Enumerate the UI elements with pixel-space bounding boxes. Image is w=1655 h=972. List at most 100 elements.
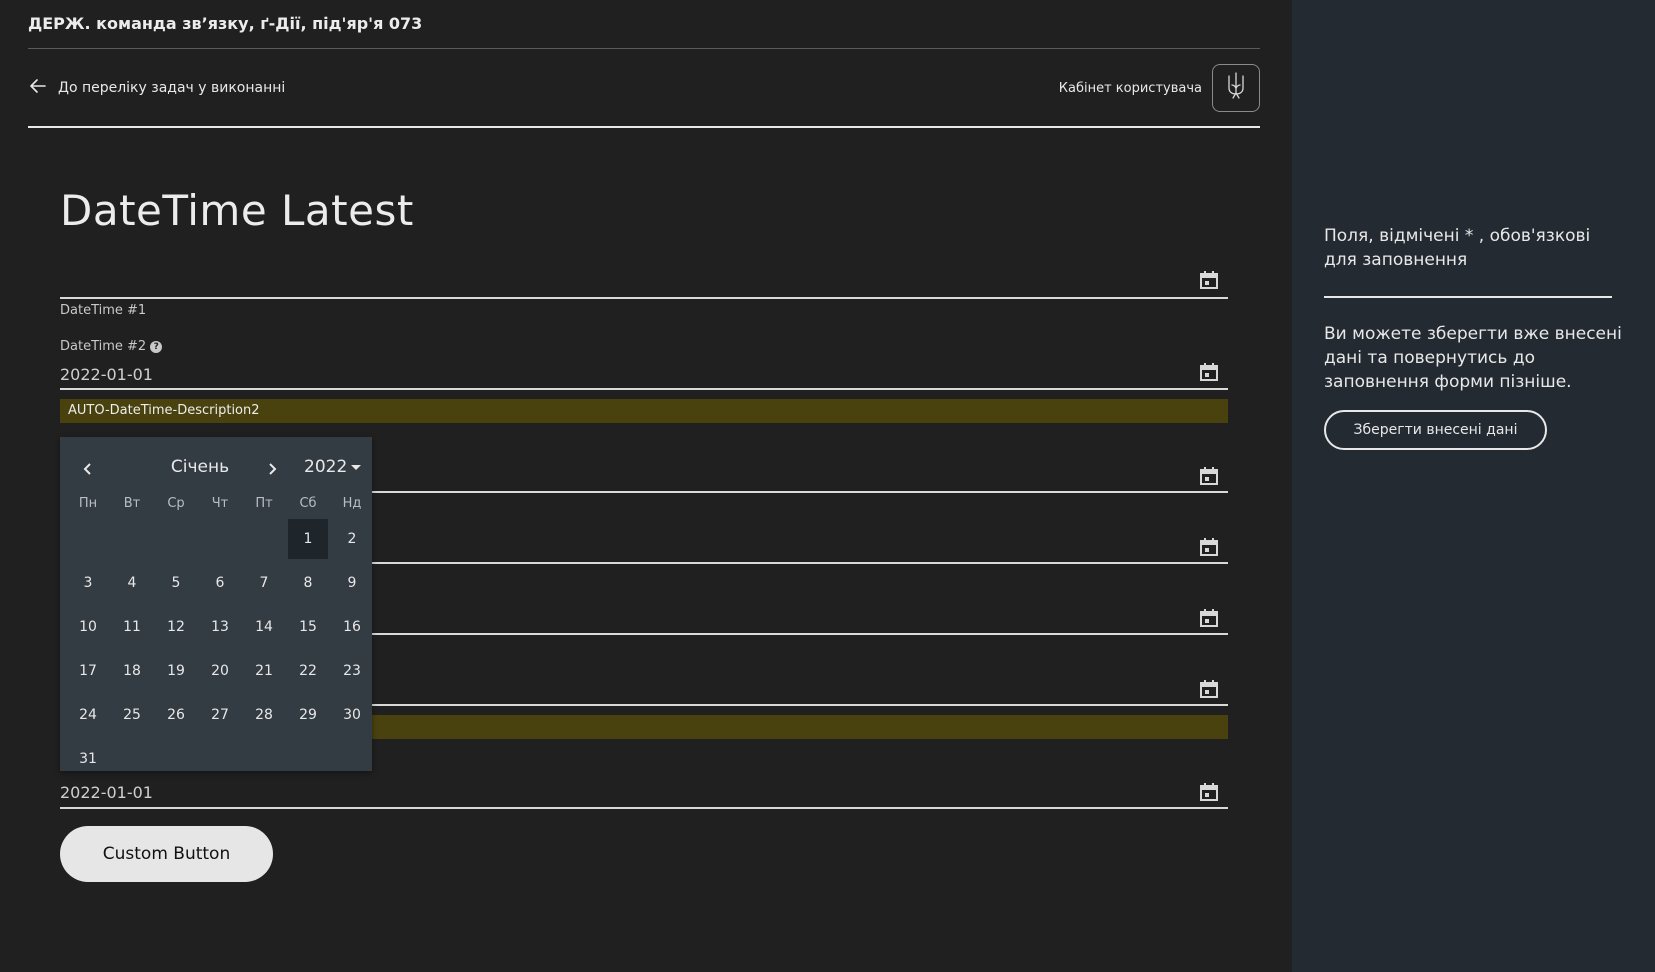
datetime-1-input[interactable] xyxy=(60,297,1228,299)
day-number: 2 xyxy=(347,531,357,547)
day-cell[interactable]: 30 xyxy=(330,693,374,737)
next-month-button[interactable] xyxy=(262,459,282,479)
year-select-value: 2022 xyxy=(304,457,348,477)
datetime-2-input[interactable] xyxy=(60,388,1228,390)
user-cabinet[interactable]: Кабінет користувача xyxy=(1059,64,1260,112)
custom-button[interactable]: Custom Button xyxy=(60,826,273,882)
day-cell[interactable]: 29 xyxy=(286,693,330,737)
calendar-icon[interactable] xyxy=(1199,608,1219,628)
calendar-icon[interactable] xyxy=(1199,362,1219,382)
empty-day-cell xyxy=(198,517,242,561)
day-cell[interactable]: 12 xyxy=(154,605,198,649)
empty-day-cell xyxy=(154,517,198,561)
calendar-icon[interactable] xyxy=(1199,679,1219,699)
day-number: 25 xyxy=(123,707,141,723)
day-number: 6 xyxy=(215,575,225,591)
day-cell[interactable]: 19 xyxy=(154,649,198,693)
side-panel xyxy=(1292,0,1655,972)
back-link-label: До переліку задач у виконанні xyxy=(58,80,286,96)
day-cell[interactable]: 21 xyxy=(242,649,286,693)
day-number: 27 xyxy=(211,707,229,723)
day-cell[interactable]: 5 xyxy=(154,561,198,605)
day-number: 4 xyxy=(127,575,137,591)
day-cell[interactable]: 23 xyxy=(330,649,374,693)
weekday-label: Нд xyxy=(342,496,362,511)
main-panel: ДЕРЖ. команда зв’язку, ґ-Дії, під'яр'я 0… xyxy=(0,0,1292,972)
day-number: 14 xyxy=(255,619,273,635)
day-cell[interactable]: 17 xyxy=(66,649,110,693)
day-number: 30 xyxy=(343,707,361,723)
day-cell[interactable]: 2 xyxy=(330,517,374,561)
caret-down-icon xyxy=(351,464,362,470)
datetime-7-input[interactable] xyxy=(60,807,1228,809)
day-number: 15 xyxy=(299,619,317,635)
day-cell[interactable]: 18 xyxy=(110,649,154,693)
weekday-label: Вт xyxy=(123,496,141,511)
calendar-icon[interactable] xyxy=(1199,466,1219,486)
day-number: 29 xyxy=(299,707,317,723)
day-number: 18 xyxy=(123,663,141,679)
day-cell[interactable]: 1 xyxy=(286,517,330,561)
day-cell[interactable]: 15 xyxy=(286,605,330,649)
weekday-label: Пн xyxy=(78,496,98,511)
day-cell[interactable]: 7 xyxy=(242,561,286,605)
calendar-icon[interactable] xyxy=(1199,782,1219,802)
day-cell[interactable]: 26 xyxy=(154,693,198,737)
day-cell[interactable]: 14 xyxy=(242,605,286,649)
aside-divider xyxy=(1324,296,1612,298)
day-cell[interactable]: 16 xyxy=(330,605,374,649)
field-label-text: DateTime #1 xyxy=(60,303,147,318)
day-cell[interactable]: 24 xyxy=(66,693,110,737)
day-cell[interactable]: 31 xyxy=(66,737,110,781)
day-number: 17 xyxy=(79,663,97,679)
back-to-tasks-link[interactable]: До переліку задач у виконанні xyxy=(28,76,285,100)
datetime-2-value[interactable]: 2022-01-01 xyxy=(60,365,153,384)
day-cell[interactable]: 4 xyxy=(110,561,154,605)
day-number: 24 xyxy=(79,707,97,723)
day-number: 8 xyxy=(303,575,313,591)
day-number: 5 xyxy=(171,575,181,591)
day-number: 9 xyxy=(347,575,357,591)
datetime-1-label: DateTime #1 xyxy=(60,303,146,318)
empty-day-cell xyxy=(110,517,154,561)
day-cell[interactable]: 25 xyxy=(110,693,154,737)
header-divider xyxy=(28,48,1260,49)
day-number: 3 xyxy=(83,575,93,591)
day-cell[interactable]: 22 xyxy=(286,649,330,693)
arrow-left-icon xyxy=(28,76,48,100)
datetime-2-label: DateTime #2 ? xyxy=(60,339,163,354)
datetime-2-description: AUTO-DateTime-Description2 xyxy=(60,399,1228,423)
org-title: ДЕРЖ. команда зв’язку, ґ-Дії, під'яр'я 0… xyxy=(28,14,423,33)
day-number: 23 xyxy=(343,663,361,679)
day-cell[interactable]: 10 xyxy=(66,605,110,649)
day-cell[interactable]: 8 xyxy=(286,561,330,605)
datetime-7-value[interactable]: 2022-01-01 xyxy=(60,783,153,802)
day-number: 12 xyxy=(167,619,185,635)
calendar-icon[interactable] xyxy=(1199,270,1219,290)
day-cell[interactable]: 6 xyxy=(198,561,242,605)
datepicker-header: Січень 2022 xyxy=(60,455,372,483)
day-number: 10 xyxy=(79,619,97,635)
day-number: 1 xyxy=(288,519,328,559)
chevron-left-icon xyxy=(83,463,91,475)
day-cell[interactable]: 11 xyxy=(110,605,154,649)
help-icon[interactable]: ? xyxy=(150,340,163,353)
day-cell[interactable]: 9 xyxy=(330,561,374,605)
day-cell[interactable]: 20 xyxy=(198,649,242,693)
trident-icon xyxy=(1224,71,1248,105)
year-select[interactable]: 2022 xyxy=(304,457,362,477)
day-cell[interactable]: 28 xyxy=(242,693,286,737)
page-title: DateTime Latest xyxy=(60,186,414,235)
save-draft-button[interactable]: Зберегти внесені дані xyxy=(1324,410,1547,450)
calendar-icon[interactable] xyxy=(1199,537,1219,557)
day-number: 11 xyxy=(123,619,141,635)
day-cell[interactable]: 13 xyxy=(198,605,242,649)
empty-day-cell xyxy=(242,517,286,561)
day-cell[interactable]: 3 xyxy=(66,561,110,605)
day-number: 26 xyxy=(167,707,185,723)
day-cell[interactable]: 27 xyxy=(198,693,242,737)
weekday-label: Чт xyxy=(211,496,229,511)
prev-month-button[interactable] xyxy=(78,459,98,479)
empty-day-cell xyxy=(66,517,110,561)
trident-emblem-button[interactable] xyxy=(1212,64,1260,112)
